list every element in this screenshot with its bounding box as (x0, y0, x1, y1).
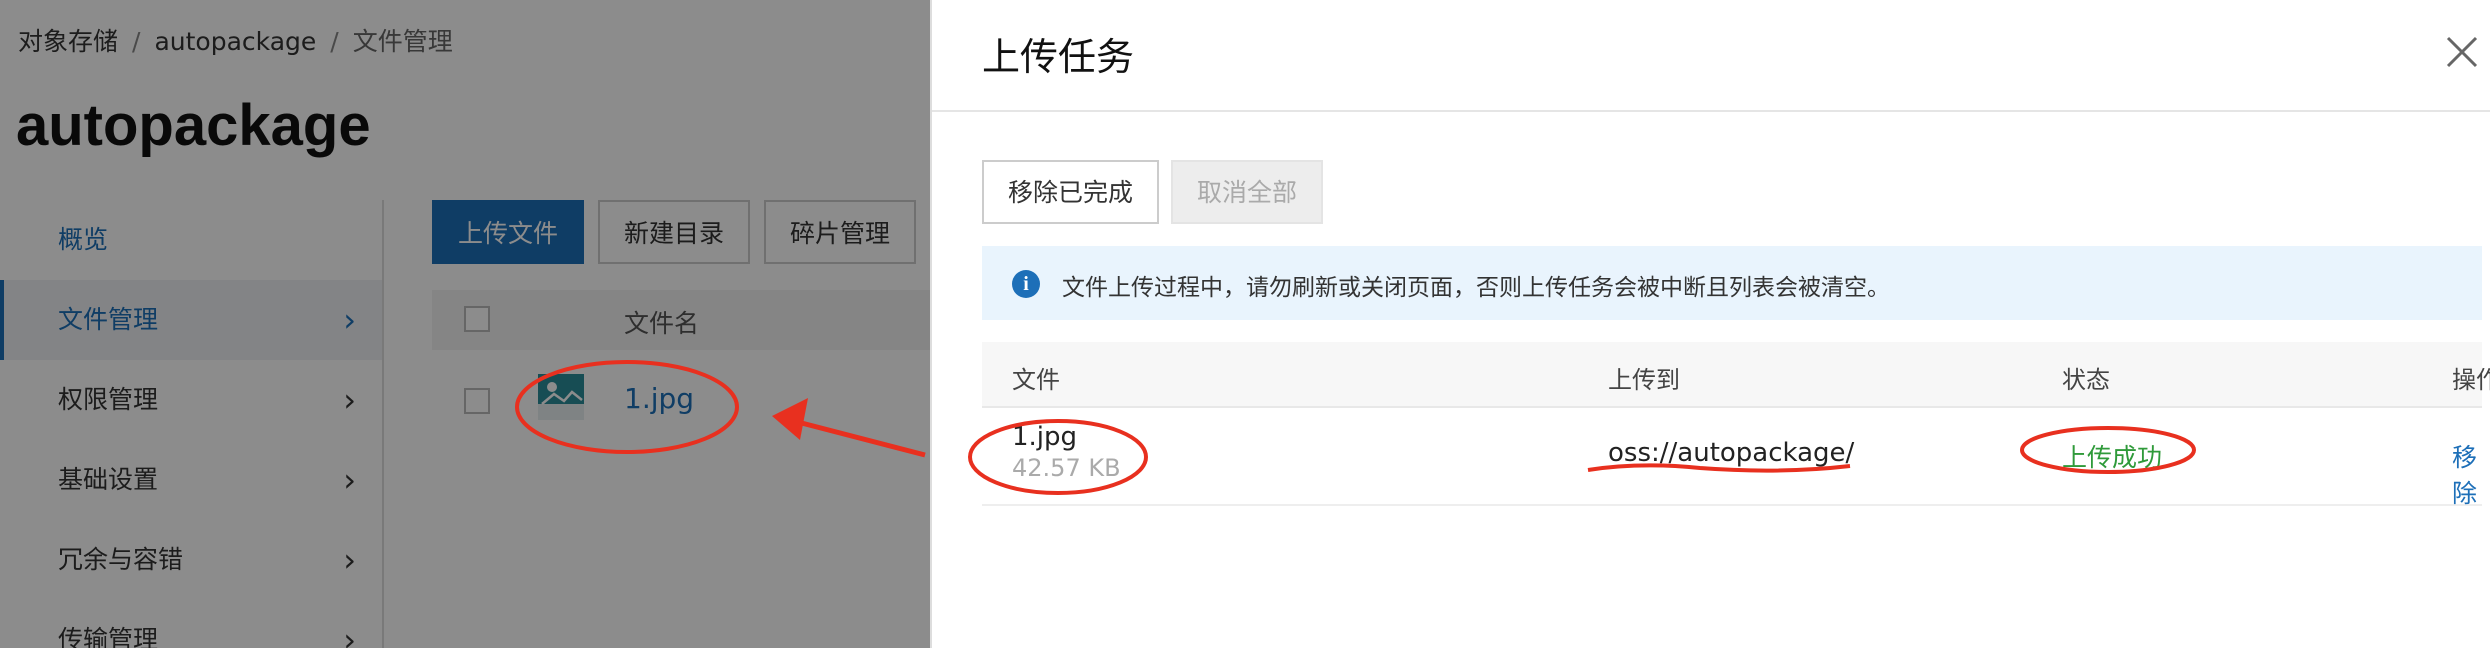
cancel-all-button[interactable]: 取消全部 (1171, 160, 1324, 224)
drawer-title: 上传任务 (982, 35, 1135, 79)
column-status: 状态 (2062, 366, 2110, 394)
upload-table-row: 1.jpg 42.57 KB oss://autopackage/ 上传成功 移… (982, 408, 2482, 508)
column-file: 文件 (1012, 366, 1060, 394)
upload-task-drawer: 上传任务 移除已完成 取消全部 i 文件上传过程中，请勿刷新或关闭页面，否则上传任… (930, 0, 2490, 648)
drawer-header: 上传任务 (932, 0, 2490, 112)
upload-notice: i 文件上传过程中，请勿刷新或关闭页面，否则上传任务会被中断且列表会被清空。 (982, 246, 2482, 320)
upload-destination: oss://autopackage/ (1608, 438, 1855, 468)
remove-link[interactable]: 移除 (2452, 438, 2482, 510)
close-icon[interactable] (2440, 30, 2484, 74)
column-destination: 上传到 (1608, 366, 1680, 394)
upload-table-header: 文件 上传到 状态 操作 (982, 342, 2490, 408)
info-icon: i (1012, 270, 1040, 298)
notice-message: 文件上传过程中，请勿刷新或关闭页面，否则上传任务会被中断且列表会被清空。 (1062, 275, 1890, 301)
column-action: 操作 (2452, 366, 2490, 394)
modal-overlay[interactable] (0, 0, 930, 648)
upload-status: 上传成功 (2062, 443, 2163, 472)
upload-file-name: 1.jpg (1012, 422, 1078, 452)
drawer-actions: 移除已完成 取消全部 (982, 160, 1335, 224)
upload-file-size: 42.57 KB (1012, 454, 1121, 482)
remove-completed-button[interactable]: 移除已完成 (982, 160, 1160, 224)
